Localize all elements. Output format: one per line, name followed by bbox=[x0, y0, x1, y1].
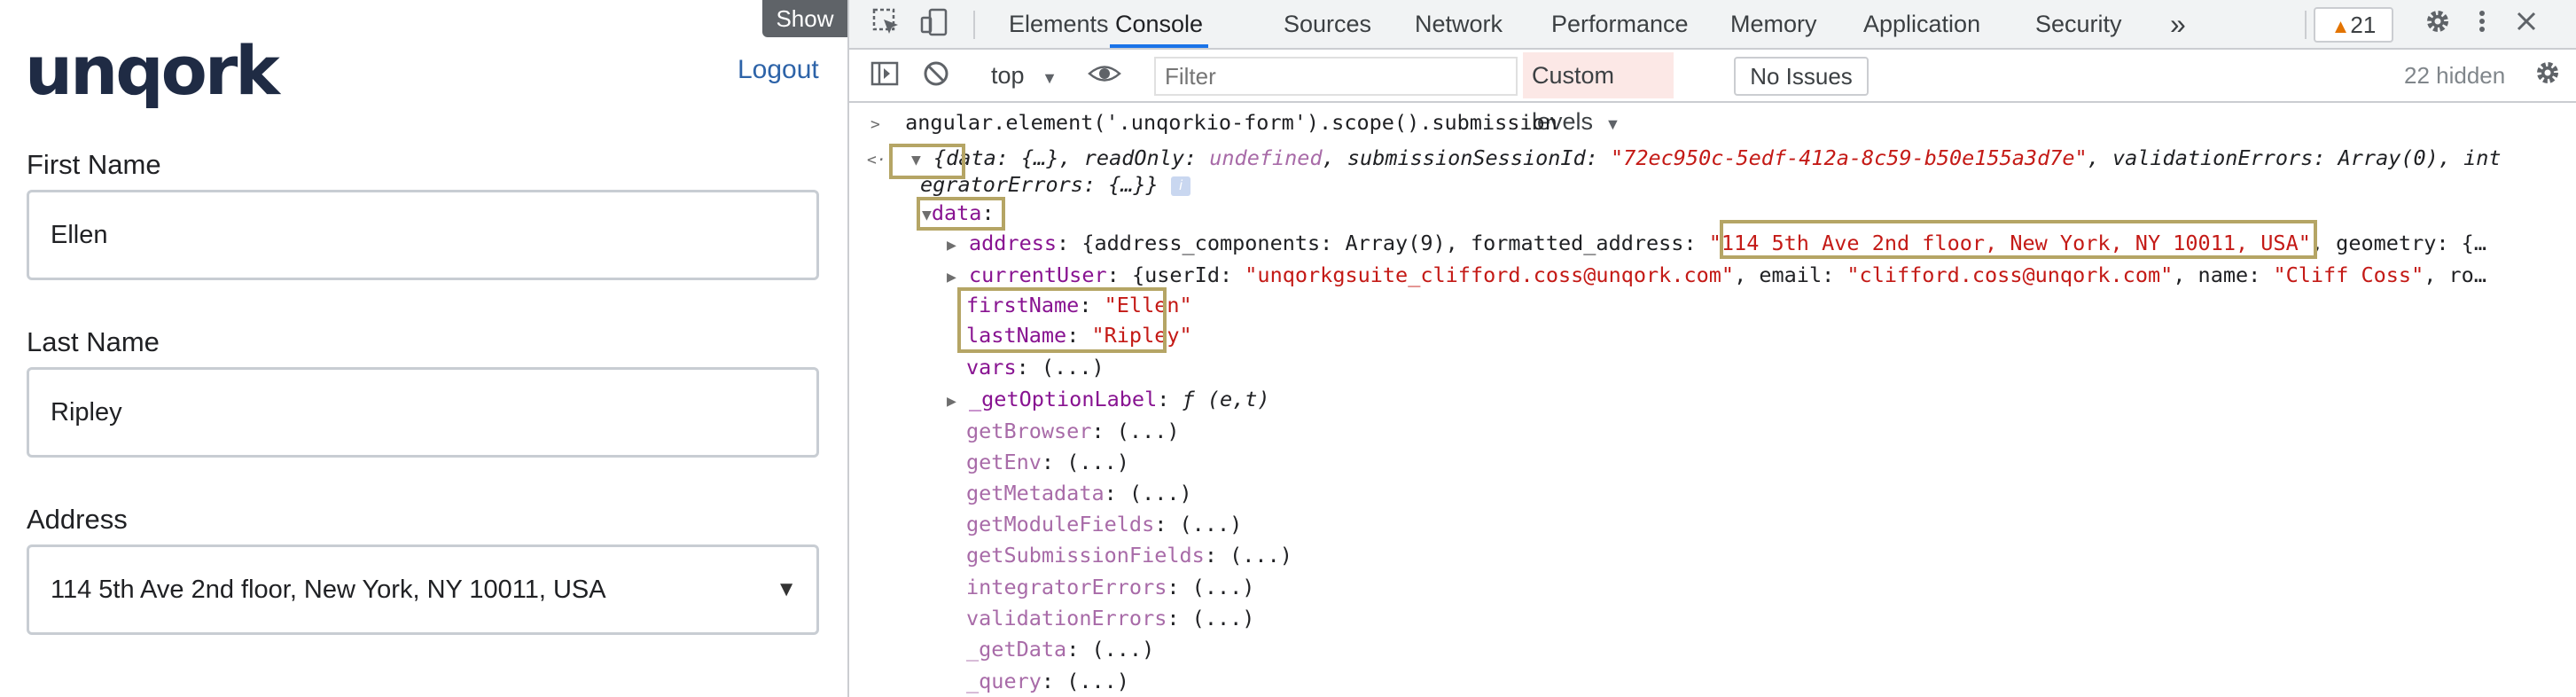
devtools-tab-bar: Elements Console Sources Network Perform… bbox=[849, 0, 2576, 50]
address-label: Address bbox=[27, 504, 128, 535]
device-toolbar-icon[interactable] bbox=[917, 7, 952, 43]
getter-property[interactable]: getModuleFields: (...) bbox=[966, 510, 1242, 538]
tab-security[interactable]: Security bbox=[2035, 0, 2122, 48]
return-arrow-icon: <· bbox=[867, 151, 886, 169]
first-name-field[interactable]: Ellen bbox=[27, 190, 819, 280]
getter-property[interactable]: getEnv: (...) bbox=[966, 448, 1129, 476]
highlight-box-names bbox=[957, 287, 1167, 353]
toolbar-divider bbox=[2305, 11, 2307, 39]
warnings-badge[interactable]: ▲21 bbox=[2314, 7, 2393, 43]
log-levels-dropdown[interactable]: Custom levels ▼ bbox=[1523, 52, 1674, 135]
more-tabs-button[interactable]: » bbox=[2170, 0, 2186, 48]
kebab-menu-icon[interactable] bbox=[2464, 7, 2500, 43]
tab-performance[interactable]: Performance bbox=[1551, 0, 1689, 48]
address-value: 114 5th Ave 2nd floor, New York, NY 1001… bbox=[51, 576, 606, 604]
close-icon[interactable] bbox=[2509, 7, 2544, 43]
get-option-label-node[interactable]: ▶ _getOptionLabel: ƒ (e,t) bbox=[947, 385, 1270, 413]
collapse-triangle-icon[interactable]: ▶ bbox=[947, 268, 956, 286]
last-name-value: Ripley bbox=[51, 398, 122, 427]
console-filter-input[interactable] bbox=[1154, 57, 1518, 96]
toolbar-divider bbox=[973, 11, 975, 39]
issues-button[interactable]: No Issues bbox=[1734, 57, 1869, 96]
tab-elements[interactable]: Elements bbox=[1009, 0, 1109, 48]
settings-gear-icon[interactable] bbox=[2420, 7, 2455, 43]
tab-application[interactable]: Application bbox=[1863, 0, 1980, 48]
tab-memory[interactable]: Memory bbox=[1730, 0, 1817, 48]
info-icon[interactable]: i bbox=[1170, 176, 1190, 196]
getter-property[interactable]: integratorErrors: (...) bbox=[966, 573, 1254, 601]
show-button[interactable]: Show bbox=[762, 0, 847, 37]
logout-link[interactable]: Logout bbox=[738, 55, 819, 85]
vars-property[interactable]: vars: (...) bbox=[966, 353, 1105, 381]
highlight-box-data-summary bbox=[889, 144, 965, 179]
collapse-triangle-icon[interactable]: ▶ bbox=[947, 236, 956, 255]
collapse-triangle-icon[interactable]: ▶ bbox=[947, 392, 956, 411]
devtools-panel: Elements Console Sources Network Perform… bbox=[847, 0, 2576, 697]
unqork-app-pane: unqork Logout Show First Name Ellen Last… bbox=[0, 0, 847, 697]
current-user-node[interactable]: ▶ currentUser: {userId: "unqorkgsuite_cl… bbox=[947, 261, 2486, 289]
clear-console-icon[interactable] bbox=[918, 59, 954, 94]
inspect-element-icon[interactable] bbox=[869, 7, 904, 43]
unqork-logo: unqork bbox=[25, 31, 280, 110]
first-name-label: First Name bbox=[27, 149, 161, 180]
eye-icon[interactable] bbox=[1087, 59, 1122, 94]
getter-property[interactable]: getBrowser: (...) bbox=[966, 417, 1180, 445]
context-select[interactable]: top ▼ bbox=[991, 50, 1058, 101]
chevron-down-icon: ▼ bbox=[1042, 69, 1058, 87]
highlight-box-formatted-address bbox=[1720, 220, 2317, 259]
sidebar-toggle-icon[interactable] bbox=[867, 59, 902, 94]
first-name-value: Ellen bbox=[51, 221, 108, 249]
hidden-messages-count: 22 hidden bbox=[2404, 62, 2506, 89]
context-value: top bbox=[991, 62, 1025, 89]
console-toolbar: top ▼ Custom levels ▼ No Issues 22 hidde… bbox=[849, 50, 2576, 135]
prompt-chevron-icon: > bbox=[870, 115, 880, 134]
getter-property[interactable]: _query: (...) bbox=[966, 667, 1129, 695]
caret-down-icon[interactable]: ▼ bbox=[776, 547, 797, 632]
highlight-box-data bbox=[917, 197, 1005, 231]
getter-property[interactable]: _getData: (...) bbox=[966, 635, 1154, 663]
last-name-field[interactable]: Ripley bbox=[27, 367, 819, 458]
getter-property[interactable]: validationErrors: (...) bbox=[966, 604, 1254, 632]
console-command: angular.element('.unqorkio-form').scope(… bbox=[905, 110, 1557, 135]
last-name-label: Last Name bbox=[27, 326, 160, 357]
console-settings-gear-icon[interactable] bbox=[2530, 59, 2565, 94]
warning-icon: ▲ bbox=[2330, 15, 2351, 37]
result-summary-line[interactable]: <· ▼ {data: {…}, readOnly: undefined, su… bbox=[867, 144, 2502, 172]
tab-console[interactable]: Console bbox=[1110, 0, 1209, 48]
tab-network[interactable]: Network bbox=[1415, 0, 1503, 48]
tab-sources[interactable]: Sources bbox=[1284, 0, 1371, 48]
address-select[interactable]: 114 5th Ave 2nd floor, New York, NY 1001… bbox=[27, 544, 819, 635]
getter-property[interactable]: getSubmissionFields: (...) bbox=[966, 541, 1292, 569]
getter-property[interactable]: getMetadata: (...) bbox=[966, 479, 1192, 507]
console-input-line: > angular.element('.unqorkio-form').scop… bbox=[870, 108, 1557, 137]
warnings-count: 21 bbox=[2350, 12, 2377, 38]
console-output: > angular.element('.unqorkio-form').scop… bbox=[849, 105, 2576, 697]
